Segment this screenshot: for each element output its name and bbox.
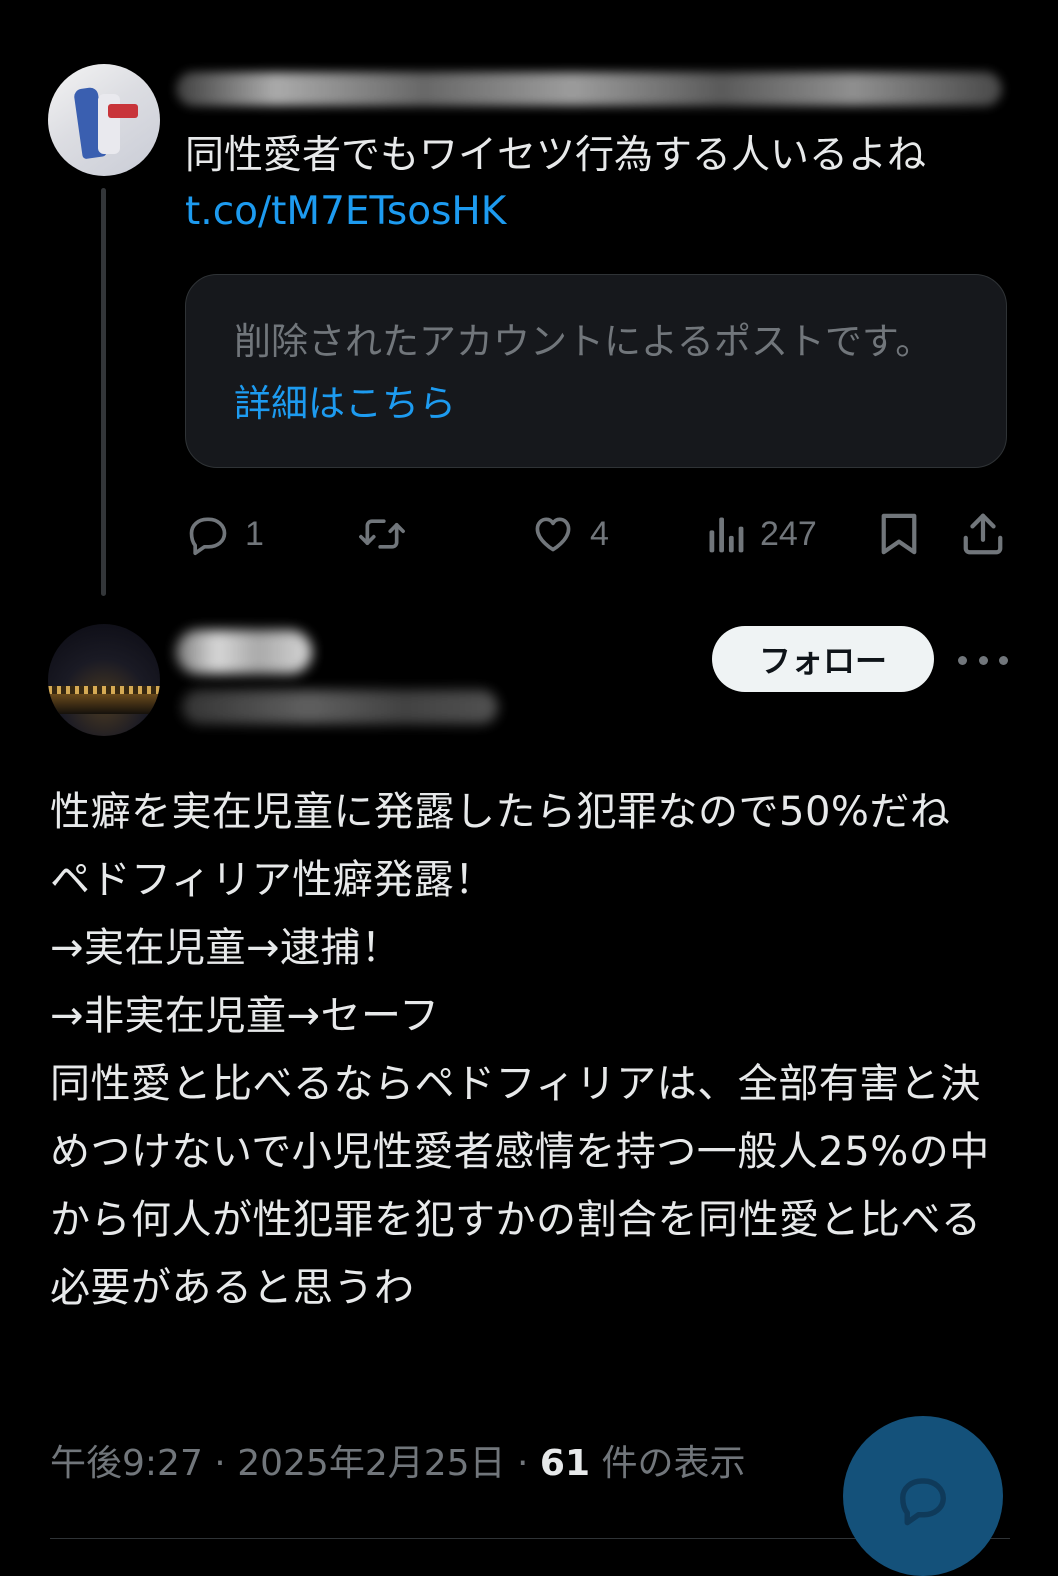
analytics-icon: [709, 517, 744, 553]
share-icon: [963, 513, 1003, 555]
like-count: 4: [590, 514, 609, 553]
post-actions: 1 4 247: [0, 506, 1058, 562]
heart-icon: [535, 517, 571, 552]
share-button[interactable]: [960, 506, 1006, 562]
post-time[interactable]: 午後9:27: [50, 1443, 203, 1484]
post-metadata: 午後9:27 · 2025年2月25日 · 61 件の表示: [50, 1436, 745, 1492]
post-date[interactable]: 2025年2月25日: [237, 1443, 505, 1484]
avatar[interactable]: [48, 624, 160, 736]
views-button[interactable]: 247: [706, 506, 817, 562]
author-handle-blurred[interactable]: [182, 690, 498, 724]
author-name-blurred[interactable]: [176, 630, 312, 674]
quoted-post-notice: 削除されたアカウントによるポストです。詳細はこちら: [234, 311, 934, 435]
follow-button[interactable]: フォロー: [712, 626, 934, 692]
views-count: 247: [760, 514, 817, 553]
meta-separator: ·: [214, 1443, 226, 1484]
compose-reply-icon: [900, 1478, 946, 1526]
repost-icon: [359, 519, 405, 549]
views-label: 件の表示: [601, 1443, 746, 1484]
like-button[interactable]: 4: [530, 506, 609, 562]
reply-icon: [189, 517, 227, 556]
reply-count: 1: [245, 514, 264, 553]
views-count[interactable]: 61: [540, 1443, 590, 1484]
more-icon[interactable]: [958, 640, 1008, 680]
deleted-account-message: 削除されたアカウントによるポストです。: [234, 320, 933, 363]
quoted-post-card[interactable]: 削除されたアカウントによるポストです。詳細はこちら: [185, 274, 1007, 468]
repost-button[interactable]: [356, 506, 422, 562]
meta-separator: ·: [517, 1443, 529, 1484]
bookmark-icon: [881, 513, 917, 555]
bookmark-button[interactable]: [878, 506, 920, 562]
post-text: 同性愛者でもワイセツ行為する人いるよね: [185, 133, 927, 178]
post-link[interactable]: t.co/tM7ETsosHK: [185, 184, 506, 240]
author-name-blurred[interactable]: [176, 72, 1002, 106]
post-text: 性癖を実在児童に発露したら犯罪なので50%だね ペドフィリア性癖発露！ →実在児…: [50, 789, 990, 1311]
avatar[interactable]: [48, 64, 160, 176]
details-link[interactable]: 詳細はこちら: [234, 382, 456, 425]
reply-button[interactable]: 1: [185, 506, 264, 562]
compose-reply-button[interactable]: [843, 1416, 1003, 1576]
